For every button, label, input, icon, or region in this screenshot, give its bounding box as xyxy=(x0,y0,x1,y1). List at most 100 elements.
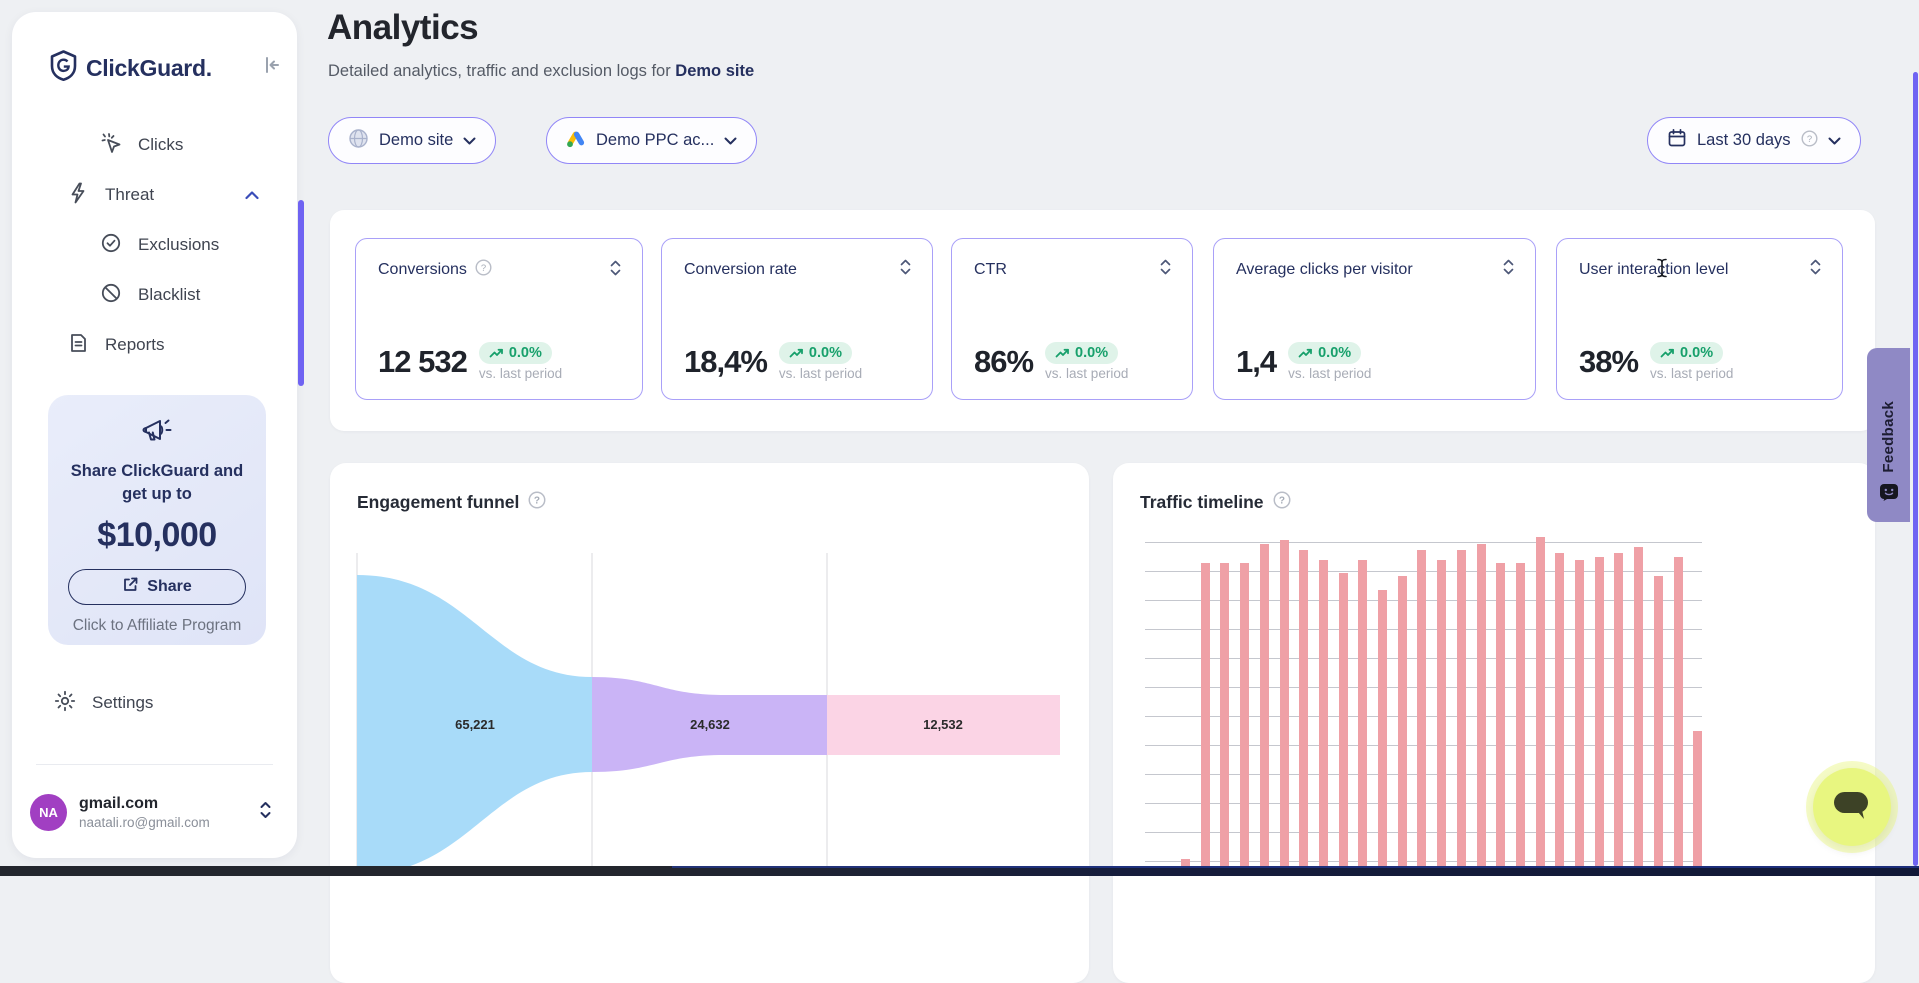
sort-icon[interactable] xyxy=(1809,259,1822,280)
timeline-bar xyxy=(1614,553,1623,875)
site-selector[interactable]: Demo site xyxy=(328,117,496,164)
clickguard-shield-icon xyxy=(50,50,77,86)
sidebar-item-threat[interactable]: Threat xyxy=(12,170,297,220)
sidebar-item-exclusions[interactable]: Exclusions xyxy=(12,220,297,270)
engagement-funnel-chart: 65,221 24,632 12,532 xyxy=(330,548,1089,875)
sort-icon[interactable] xyxy=(899,259,912,280)
promo-amount: $10,000 xyxy=(48,516,266,555)
affiliate-promo-card[interactable]: Share ClickGuard and get up to $10,000 S… xyxy=(48,395,266,645)
account-email: naatali.ro@gmail.com xyxy=(79,815,210,830)
subtitle-site-name: Demo site xyxy=(675,62,754,80)
promo-text: Share ClickGuard and get up to xyxy=(48,460,266,506)
sidebar-scrollbar-thumb[interactable] xyxy=(298,200,304,386)
chevron-up-icon[interactable] xyxy=(245,185,259,205)
sidebar-nav: Clicks Threat Exclusions xyxy=(12,120,297,370)
trend-up-icon xyxy=(1055,348,1070,359)
stat-label: Average clicks per visitor xyxy=(1236,261,1413,279)
sidebar-item-settings[interactable]: Settings xyxy=(12,678,297,728)
chat-launcher-button[interactable] xyxy=(1813,768,1891,846)
stat-label: Conversions xyxy=(378,261,467,279)
help-circle-icon[interactable]: ? xyxy=(475,259,492,281)
divider xyxy=(36,764,273,765)
date-range-selector[interactable]: Last 30 days ? xyxy=(1647,117,1861,164)
timeline-bar xyxy=(1654,576,1663,875)
sort-icon[interactable] xyxy=(1502,259,1515,280)
stat-card-average-clicks: Average clicks per visitor 1,4 0.0% vs. … xyxy=(1213,238,1536,400)
sidebar-item-label: Exclusions xyxy=(138,235,219,255)
chevron-down-icon xyxy=(463,131,476,150)
trend-up-icon xyxy=(1660,348,1675,359)
sidebar-item-label: Threat xyxy=(105,185,154,205)
svg-text:?: ? xyxy=(534,496,540,507)
chat-bubble-icon xyxy=(1831,787,1873,828)
share-button[interactable]: Share xyxy=(68,569,246,605)
google-ads-icon xyxy=(566,129,586,153)
trend-up-icon xyxy=(1298,348,1313,359)
site-selector-value: Demo site xyxy=(379,131,453,150)
ppc-account-selector[interactable]: Demo PPC ac... xyxy=(546,117,757,164)
sort-icon[interactable] xyxy=(609,260,622,281)
stat-card-conversion-rate: Conversion rate 18,4% 0.0% vs. last peri… xyxy=(661,238,933,400)
account-switcher[interactable]: NA gmail.com naatali.ro@gmail.com xyxy=(30,784,280,840)
timeline-bar xyxy=(1457,550,1466,875)
trend-up-icon xyxy=(489,348,504,359)
timeline-bar xyxy=(1595,557,1604,875)
sidebar-item-label: Reports xyxy=(105,335,165,355)
trend-up-icon xyxy=(789,348,804,359)
timeline-bar xyxy=(1398,576,1407,875)
chevron-down-icon xyxy=(724,131,737,150)
sort-icon[interactable] xyxy=(1159,259,1172,280)
sidebar-item-blacklist[interactable]: Blacklist xyxy=(12,270,297,320)
funnel-label: 12,532 xyxy=(923,717,963,732)
sidebar-item-clicks[interactable]: Clicks xyxy=(12,120,297,170)
sidebar: ClickGuard. Clicks Threat xyxy=(12,12,297,858)
logo-text: ClickGuard. xyxy=(86,55,212,82)
timeline-bar xyxy=(1693,731,1702,875)
timeline-bar xyxy=(1575,560,1584,875)
megaphone-icon xyxy=(140,434,174,451)
cursor-click-icon xyxy=(100,132,122,159)
timeline-bar xyxy=(1437,560,1446,875)
timeline-bar xyxy=(1280,540,1289,875)
settings-label: Settings xyxy=(92,693,153,713)
stat-card-user-interaction: User interaction level 38% 0.0% vs. last… xyxy=(1556,238,1843,400)
timeline-bar xyxy=(1378,590,1387,875)
stat-value: 1,4 xyxy=(1236,344,1276,380)
stat-value: 12 532 xyxy=(378,344,467,380)
sidebar-collapse-button[interactable] xyxy=(259,54,281,81)
gear-icon xyxy=(54,690,76,717)
timeline-title: Traffic timeline xyxy=(1140,492,1264,513)
stat-value: 38% xyxy=(1579,344,1638,380)
traffic-timeline-chart xyxy=(1145,537,1702,875)
feedback-tab[interactable]: Feedback xyxy=(1867,348,1910,522)
avatar: NA xyxy=(30,794,67,831)
bottom-edge-highlight xyxy=(672,866,1919,868)
delta-caption: vs. last period xyxy=(779,366,862,381)
page-subtitle: Detailed analytics, traffic and exclusio… xyxy=(328,62,754,81)
page-scrollbar-thumb[interactable] xyxy=(1913,72,1918,866)
stat-card-conversions: Conversions ? 12 532 0.0% vs. last perio… xyxy=(355,238,643,400)
logo[interactable]: ClickGuard. xyxy=(50,50,212,86)
chevron-down-icon xyxy=(1828,131,1841,150)
delta-badge: 0.0% xyxy=(1045,342,1118,364)
svg-text:?: ? xyxy=(1806,134,1811,145)
delta-badge: 0.0% xyxy=(479,342,552,364)
timeline-bar xyxy=(1674,557,1683,875)
sidebar-item-reports[interactable]: Reports xyxy=(12,320,297,370)
stat-value: 18,4% xyxy=(684,344,767,380)
delta-caption: vs. last period xyxy=(1045,366,1128,381)
globe-icon xyxy=(348,128,369,154)
stat-card-ctr: CTR 86% 0.0% vs. last period xyxy=(951,238,1193,400)
badge-check-icon xyxy=(100,232,122,259)
lightning-icon xyxy=(67,182,89,209)
stat-label: User interaction level xyxy=(1579,261,1728,279)
timeline-bar xyxy=(1634,547,1643,875)
engagement-funnel-card: Engagement funnel ? 65,221 24,632 12,532 xyxy=(330,463,1089,983)
help-circle-icon[interactable]: ? xyxy=(1273,491,1291,514)
timeline-bar xyxy=(1220,563,1229,875)
document-icon xyxy=(67,332,89,359)
calendar-icon xyxy=(1667,128,1687,153)
timeline-bar xyxy=(1319,560,1328,875)
help-circle-icon[interactable]: ? xyxy=(1801,130,1818,152)
help-circle-icon[interactable]: ? xyxy=(528,491,546,514)
